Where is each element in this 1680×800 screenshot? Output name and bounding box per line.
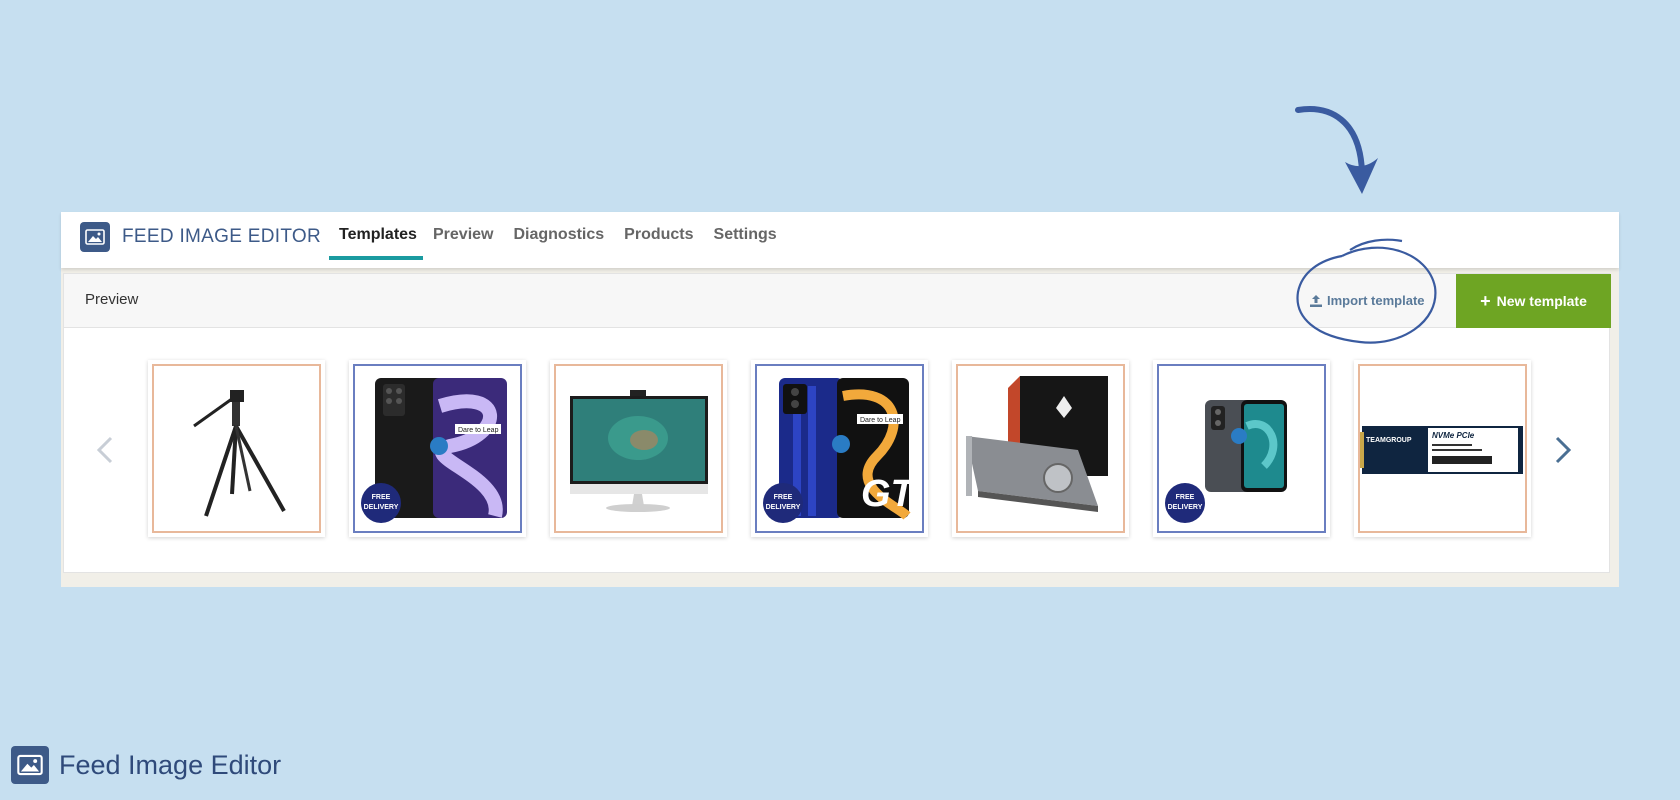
- tab-diagnostics[interactable]: Diagnostics: [503, 212, 614, 260]
- free-delivery-badge: FREE DELIVERY: [763, 483, 803, 523]
- svg-text:GT: GT: [861, 473, 917, 515]
- footer-brand: Feed Image Editor: [11, 746, 281, 784]
- panel-title: Preview: [85, 291, 139, 308]
- template-card[interactable]: Dare to Leap FREE DELIVERY: [349, 360, 526, 537]
- tab-templates[interactable]: Templates: [329, 212, 423, 260]
- main-tabs: Templates Preview Diagnostics Products S…: [329, 212, 787, 268]
- template-card[interactable]: FREE DELIVERY: [1153, 360, 1330, 537]
- tab-settings[interactable]: Settings: [704, 212, 787, 260]
- template-card[interactable]: GT Dare to Leap FREE DELIVERY: [751, 360, 928, 537]
- ssd-label: NVMe PCIe: [1432, 431, 1475, 440]
- carousel-items: Dare to Leap FREE DELIVERY GT Dare to Le…: [148, 360, 1531, 537]
- template-card[interactable]: [550, 360, 727, 537]
- image-icon: [11, 746, 49, 784]
- app-logo[interactable]: FEED IMAGE EDITOR: [80, 220, 321, 254]
- new-template-label: New template: [1496, 293, 1587, 309]
- app-title: FEED IMAGE EDITOR: [122, 226, 321, 247]
- annotation-arrow-icon: [1295, 106, 1378, 194]
- chevron-left-icon[interactable]: [93, 430, 117, 470]
- ssd-brand: TEAMGROUP: [1366, 437, 1412, 444]
- annotation-circle-icon: [1296, 238, 1437, 344]
- tab-products[interactable]: Products: [614, 212, 703, 260]
- monitor-image: [570, 390, 708, 512]
- tripod-image: [193, 390, 286, 517]
- template-card[interactable]: TEAMGROUP NVMe PCIe: [1354, 360, 1531, 537]
- graphics-card-image: [966, 376, 1108, 512]
- template-carousel: Dare to Leap FREE DELIVERY GT Dare to Le…: [64, 328, 1609, 574]
- nvme-ssd-image: TEAMGROUP NVMe PCIe: [1360, 426, 1523, 474]
- footer-title: Feed Image Editor: [59, 749, 282, 780]
- template-card[interactable]: [148, 360, 325, 537]
- phone-slogan: Dare to Leap: [458, 427, 499, 434]
- image-icon: [80, 222, 110, 252]
- plus-icon: +: [1480, 291, 1491, 311]
- phone-slogan: Dare to Leap: [860, 417, 901, 424]
- free-delivery-badge: FREE DELIVERY: [361, 483, 401, 523]
- tab-preview[interactable]: Preview: [423, 212, 503, 260]
- chevron-right-icon[interactable]: [1551, 430, 1575, 470]
- free-delivery-badge: FREE DELIVERY: [1165, 483, 1205, 523]
- new-template-button[interactable]: + New template: [1456, 274, 1611, 328]
- template-card[interactable]: [952, 360, 1129, 537]
